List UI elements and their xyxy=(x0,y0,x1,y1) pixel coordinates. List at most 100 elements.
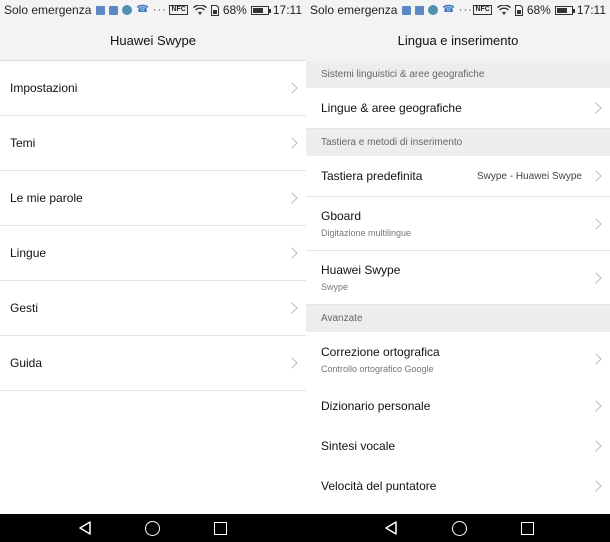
menu-item-label: Gesti xyxy=(10,301,39,315)
chevron-right-icon xyxy=(590,170,602,182)
phone-icon: ☎ xyxy=(442,4,455,15)
setting-label: Huawei Swype xyxy=(321,263,401,277)
status-right: NFC 68% 17:11 xyxy=(169,3,302,17)
chevron-right-icon xyxy=(286,137,298,149)
recents-button[interactable] xyxy=(519,520,535,536)
setting-subtitle: Swype xyxy=(321,282,349,292)
navigation-bar xyxy=(0,514,610,542)
notification-globe-icon xyxy=(428,5,439,15)
home-button[interactable] xyxy=(144,520,160,536)
setting-huawei-swype[interactable]: Huawei Swype Swype xyxy=(306,251,610,305)
battery-percent: 68% xyxy=(526,3,551,17)
section-header-keyboard: Tastiera e metodi di inserimento xyxy=(306,129,610,156)
sim-icon xyxy=(210,4,219,16)
setting-texts: Gboard Digitazione multilingue xyxy=(321,209,411,238)
menu-item-label: Le mie parole xyxy=(10,191,83,205)
setting-spell-check[interactable]: Correzione ortografica Controllo ortogra… xyxy=(306,332,610,386)
setting-label: Lingue & aree geografiche xyxy=(321,101,462,115)
battery-icon xyxy=(250,5,271,15)
screens: Solo emergenza ☎ ··· NFC 68% 17:11 Huawe… xyxy=(0,0,610,514)
chevron-right-icon xyxy=(286,192,298,204)
setting-subtitle: Controllo ortografico Google xyxy=(321,363,434,374)
setting-subtitle: Digitazione multilingue xyxy=(321,228,412,238)
swype-menu-list: Impostazioni Temi Le mie parole Lingue G… xyxy=(0,61,306,391)
clock: 17:11 xyxy=(576,3,606,17)
battery-percent: 68% xyxy=(222,3,247,17)
wifi-icon xyxy=(192,4,207,15)
chevron-right-icon xyxy=(286,82,298,94)
chevron-right-icon xyxy=(286,247,298,259)
status-right: NFC 68% 17:11 xyxy=(473,3,606,17)
carrier-text: Solo emergenza xyxy=(310,3,398,17)
setting-texts: Huawei Swype Swype xyxy=(321,263,400,292)
menu-item-label: Guida xyxy=(10,356,43,370)
wifi-icon xyxy=(496,4,511,15)
status-bar: Solo emergenza ☎ ··· NFC 68% 17:11 xyxy=(306,0,610,20)
chevron-right-icon xyxy=(590,217,602,230)
setting-default-keyboard[interactable]: Tastiera predefinita Swype - Huawei Swyp… xyxy=(306,156,610,197)
battery-icon xyxy=(554,5,575,15)
setting-value: Swype - Huawei Swype xyxy=(476,170,582,182)
page-title: Lingua e inserimento xyxy=(306,20,610,61)
section-header-languages: Sistemi linguistici & aree geografiche xyxy=(306,61,610,88)
chevron-right-icon xyxy=(286,302,298,314)
recents-icon xyxy=(520,521,534,535)
menu-item-guida[interactable]: Guida xyxy=(0,336,306,391)
back-icon xyxy=(385,521,397,535)
setting-personal-dictionary[interactable]: Dizionario personale xyxy=(306,386,610,426)
chevron-right-icon xyxy=(590,480,602,492)
setting-label: Velocità del puntatore xyxy=(321,479,437,493)
chevron-right-icon xyxy=(286,357,298,369)
chevron-right-icon xyxy=(590,353,602,365)
notification-app-icon xyxy=(96,5,106,15)
nfc-icon: NFC xyxy=(169,5,188,15)
setting-pointer-speed[interactable]: Velocità del puntatore xyxy=(306,466,610,506)
notification-image-icon xyxy=(415,5,425,15)
menu-item-le-mie-parole[interactable]: Le mie parole xyxy=(0,171,306,226)
language-input-screen: Solo emergenza ☎ ··· NFC 68% 17:11 Lingu… xyxy=(306,0,610,514)
setting-label: Tastiera predefinita xyxy=(321,169,423,183)
menu-item-impostazioni[interactable]: Impostazioni xyxy=(0,61,306,116)
setting-label: Dizionario personale xyxy=(321,399,431,413)
chevron-right-icon xyxy=(590,400,602,412)
setting-text-to-speech[interactable]: Sintesi vocale xyxy=(306,426,610,466)
menu-item-gesti[interactable]: Gesti xyxy=(0,281,306,336)
more-notifications-icon: ··· xyxy=(152,4,167,16)
chevron-right-icon xyxy=(590,102,602,114)
chevron-right-icon xyxy=(590,271,602,284)
setting-languages-regions[interactable]: Lingue & aree geografiche xyxy=(306,88,610,129)
recents-button[interactable] xyxy=(212,520,228,536)
battery-fill xyxy=(252,7,263,13)
setting-gboard[interactable]: Gboard Digitazione multilingue xyxy=(306,197,610,251)
recents-icon xyxy=(213,521,227,535)
section-header-advanced: Avanzate xyxy=(306,305,610,332)
notification-globe-icon xyxy=(122,5,133,15)
carrier-text: Solo emergenza xyxy=(4,3,92,17)
more-notifications-icon: ··· xyxy=(458,4,473,16)
chevron-right-icon xyxy=(590,440,602,452)
notification-image-icon xyxy=(109,5,119,15)
nfc-icon: NFC xyxy=(473,5,492,15)
menu-item-label: Impostazioni xyxy=(10,81,78,95)
sim-icon xyxy=(514,4,523,16)
menu-item-label: Temi xyxy=(10,136,36,150)
back-icon xyxy=(79,521,91,535)
setting-label: Correzione ortografica xyxy=(321,344,440,359)
menu-item-lingue[interactable]: Lingue xyxy=(0,226,306,281)
home-icon xyxy=(144,520,160,536)
home-button[interactable] xyxy=(451,520,467,536)
back-button[interactable] xyxy=(77,520,93,536)
setting-label: Gboard xyxy=(321,209,362,223)
clock: 17:11 xyxy=(272,3,302,17)
huawei-swype-screen: Solo emergenza ☎ ··· NFC 68% 17:11 Huawe… xyxy=(0,0,306,514)
home-icon xyxy=(451,520,467,536)
menu-item-temi[interactable]: Temi xyxy=(0,116,306,171)
page-title: Huawei Swype xyxy=(0,20,306,61)
battery-fill xyxy=(556,7,567,13)
menu-item-label: Lingue xyxy=(10,246,47,260)
notification-app-icon xyxy=(402,5,412,15)
setting-texts: Correzione ortografica Controllo ortogra… xyxy=(321,345,440,374)
status-bar: Solo emergenza ☎ ··· NFC 68% 17:11 xyxy=(0,0,306,20)
back-button[interactable] xyxy=(383,520,399,536)
setting-label: Sintesi vocale xyxy=(321,439,396,453)
